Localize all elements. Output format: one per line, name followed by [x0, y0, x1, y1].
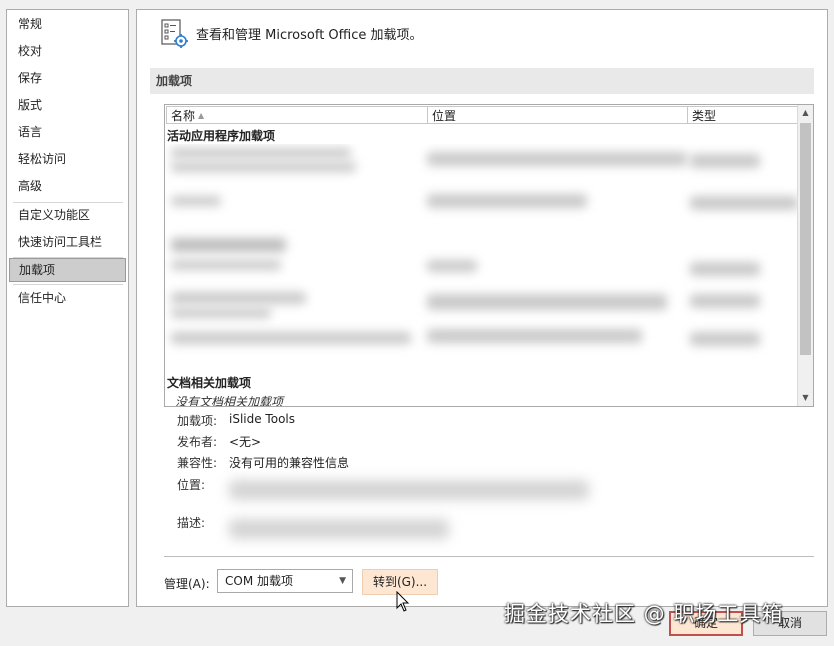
- nav-item-layout[interactable]: 版式: [9, 93, 126, 117]
- options-nav-pane: 常规 校对 保存 版式 语言 轻松访问 高级 自定义功能区 快速访问工具栏 加载…: [6, 9, 129, 607]
- addins-settings-icon: [161, 19, 188, 48]
- list-scrollbar[interactable]: ▲ ▼: [797, 105, 813, 406]
- manage-divider: [164, 556, 814, 557]
- detail-compat-value: 没有可用的兼容性信息: [229, 456, 350, 470]
- detail-description-label: 描述:: [177, 516, 206, 530]
- nav-item-advanced[interactable]: 高级: [9, 174, 126, 198]
- detail-compat-label: 兼容性:: [177, 456, 218, 470]
- sort-ascending-icon: ▲: [198, 111, 205, 120]
- panel-description: 查看和管理 Microsoft Office 加载项。: [196, 28, 423, 43]
- addins-list[interactable]: 名称 ▲ 位置 类型 活动应用程序加载项 文档相关加载项 没有文档相关加载项 ▲…: [164, 104, 814, 407]
- scrollbar-thumb[interactable]: [800, 123, 811, 355]
- manage-dropdown-value: COM 加载项: [225, 574, 293, 588]
- nav-item-customize-ribbon[interactable]: 自定义功能区: [9, 203, 126, 227]
- column-header-type[interactable]: 类型: [687, 106, 798, 124]
- nav-item-proofing[interactable]: 校对: [9, 39, 126, 63]
- manage-dropdown[interactable]: COM 加载项 ▼: [217, 569, 353, 593]
- group-document-addins: 文档相关加载项: [167, 376, 252, 390]
- scroll-up-icon[interactable]: ▲: [798, 105, 813, 121]
- chevron-down-icon: ▼: [339, 576, 346, 586]
- column-header-name[interactable]: 名称 ▲: [166, 106, 428, 124]
- detail-addin-label: 加载项:: [177, 414, 218, 428]
- scroll-down-icon[interactable]: ▼: [798, 390, 813, 406]
- mouse-cursor-icon: [396, 591, 410, 612]
- detail-location-label: 位置:: [177, 478, 206, 492]
- section-title: 加载项: [150, 68, 814, 94]
- detail-addin-value: iSlide Tools: [229, 412, 295, 426]
- detail-publisher-label: 发布者:: [177, 435, 218, 449]
- nav-item-addins[interactable]: 加载项: [9, 258, 126, 282]
- no-document-addins-text: 没有文档相关加载项: [175, 395, 284, 407]
- nav-separator: [13, 284, 123, 285]
- blurred-addin-rows: [165, 144, 799, 359]
- addins-panel: 查看和管理 Microsoft Office 加载项。 加载项 名称 ▲ 位置 类…: [136, 9, 828, 607]
- nav-item-accessibility[interactable]: 轻松访问: [9, 147, 126, 171]
- nav-item-language[interactable]: 语言: [9, 120, 126, 144]
- nav-item-general[interactable]: 常规: [9, 12, 126, 36]
- blurred-location-value: [229, 480, 589, 500]
- nav-item-quick-access-toolbar[interactable]: 快速访问工具栏: [9, 230, 126, 254]
- column-header-location[interactable]: 位置: [427, 106, 688, 124]
- detail-publisher-value: <无>: [229, 435, 262, 449]
- manage-label: 管理(A):: [164, 577, 210, 591]
- group-active-addins: 活动应用程序加载项: [167, 129, 276, 143]
- watermark-text: 掘金技术社区 @ 职场工具箱: [504, 602, 784, 626]
- blurred-description-value: [229, 519, 449, 539]
- column-header-name-label: 名称: [171, 109, 196, 123]
- nav-item-save[interactable]: 保存: [9, 66, 126, 90]
- nav-item-trust-center[interactable]: 信任中心: [9, 286, 126, 310]
